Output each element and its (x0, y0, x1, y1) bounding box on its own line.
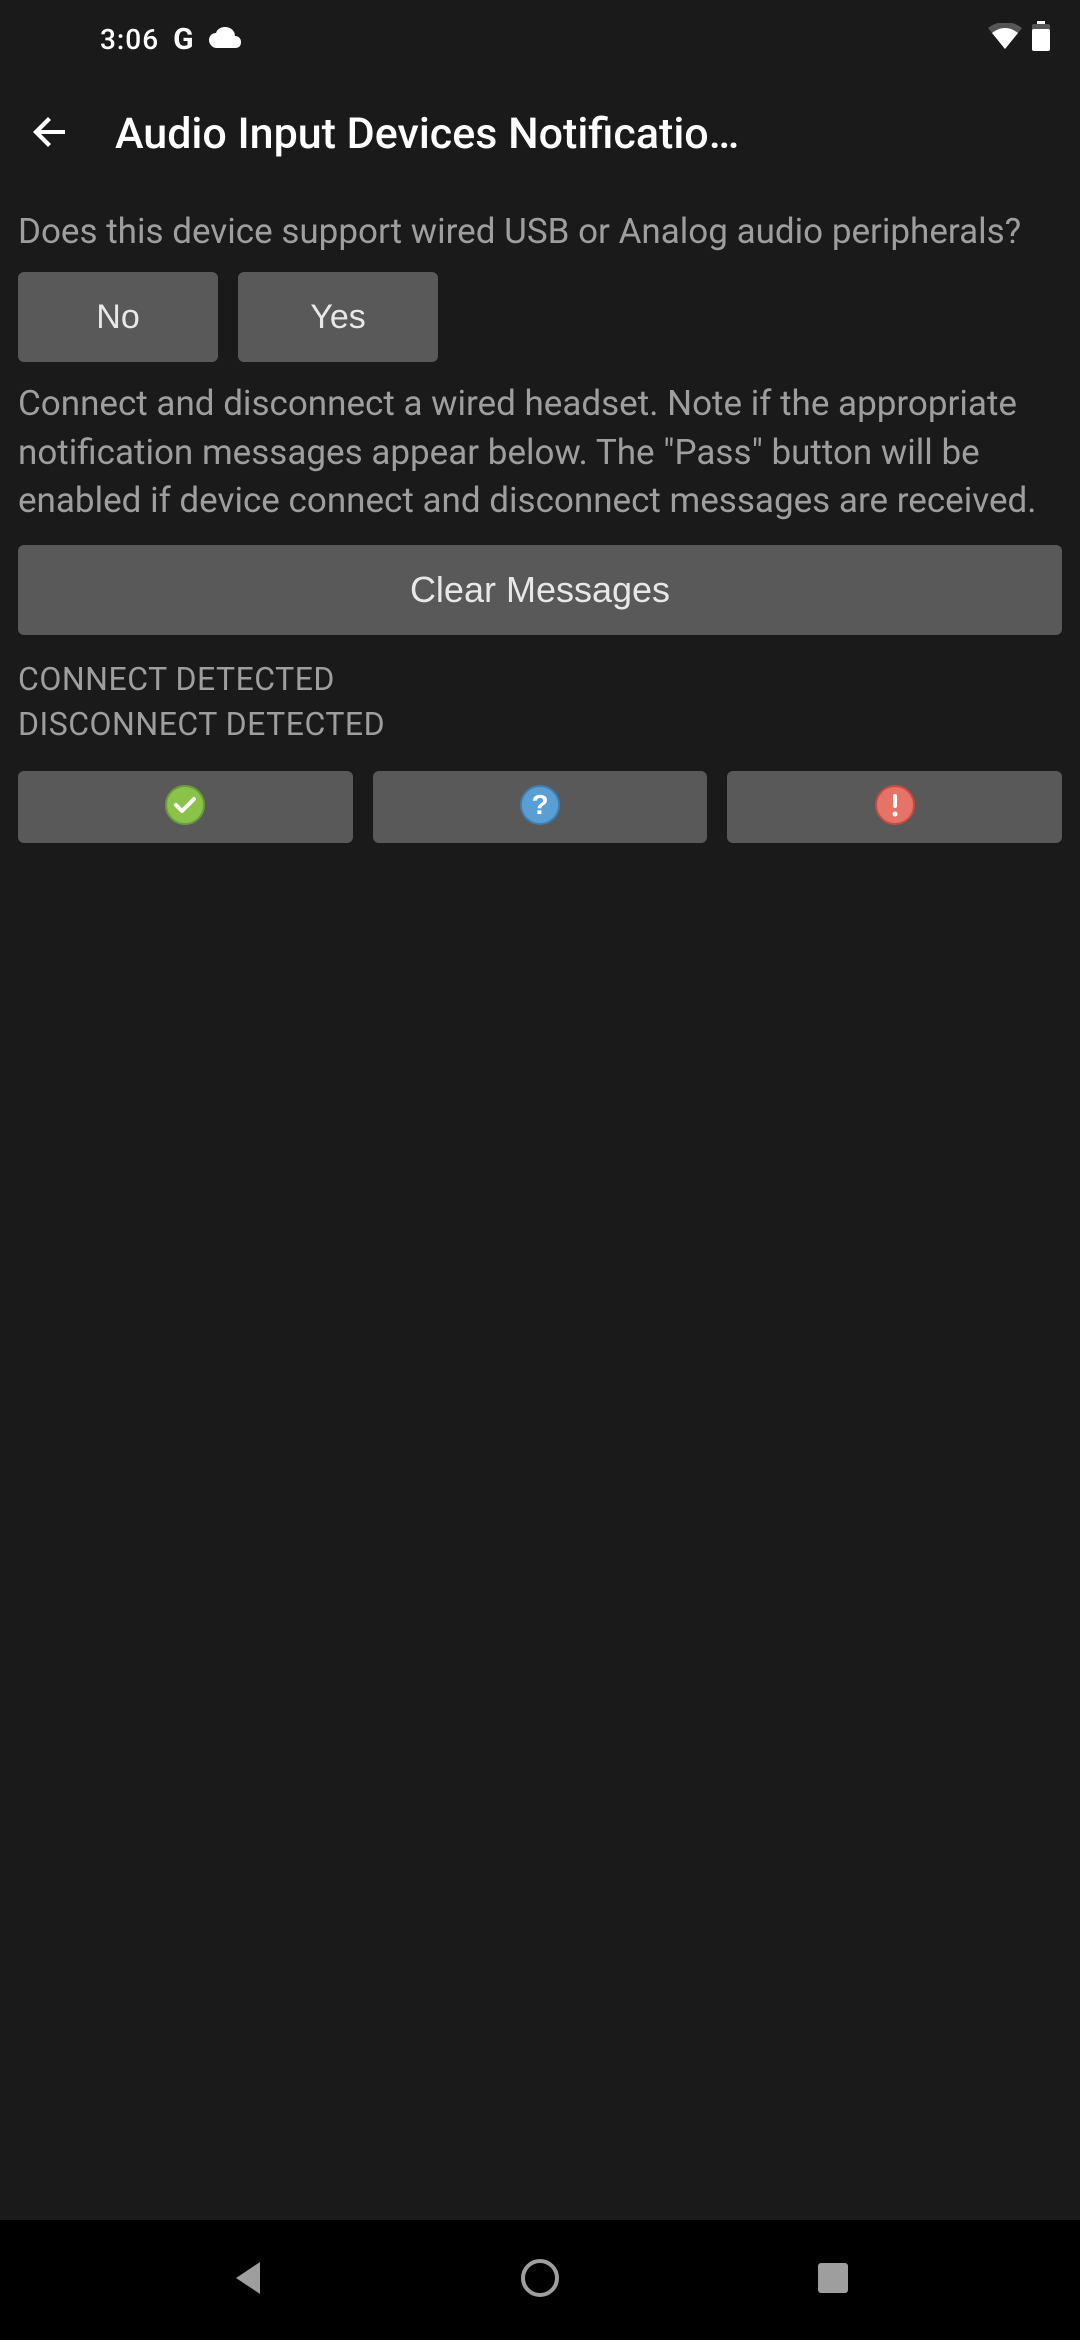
log-area: CONNECT DETECTED DISCONNECT DETECTED (18, 657, 1062, 747)
nav-recent-button[interactable] (803, 2250, 863, 2310)
log-line-disconnect: DISCONNECT DETECTED (18, 702, 1062, 747)
pass-button[interactable] (18, 771, 353, 843)
log-line-connect: CONNECT DETECTED (18, 657, 1062, 702)
fail-button[interactable] (727, 771, 1062, 843)
clear-messages-label: Clear Messages (410, 569, 670, 610)
status-right (988, 21, 1050, 58)
yes-no-row: No Yes (18, 272, 1062, 362)
google-icon: G (173, 22, 193, 57)
nav-home-button[interactable] (510, 2250, 570, 2310)
status-left: 3:06 G (100, 22, 242, 57)
nav-back-button[interactable] (217, 2250, 277, 2310)
result-buttons-row: ? (18, 771, 1062, 843)
wifi-icon (988, 23, 1022, 56)
check-circle-icon (165, 785, 205, 828)
instruction-text: Connect and disconnect a wired headset. … (18, 380, 1062, 525)
info-button[interactable]: ? (373, 771, 708, 843)
app-bar: Audio Input Devices Notificatio… (0, 78, 1080, 190)
arrow-left-icon (29, 111, 71, 157)
circle-icon (519, 2257, 561, 2303)
system-nav-bar (0, 2220, 1080, 2340)
square-icon (816, 2261, 850, 2299)
clear-messages-button[interactable]: Clear Messages (18, 545, 1062, 635)
no-button-label: No (96, 298, 139, 337)
status-time: 3:06 (100, 23, 159, 56)
yes-button-label: Yes (310, 298, 365, 337)
svg-text:?: ? (531, 789, 548, 820)
no-button[interactable]: No (18, 272, 218, 362)
back-button[interactable] (15, 99, 85, 169)
question-text: Does this device support wired USB or An… (18, 208, 1062, 256)
battery-icon (1032, 21, 1050, 58)
triangle-left-icon (230, 2258, 264, 2302)
question-circle-icon: ? (520, 785, 560, 828)
main-content: Does this device support wired USB or An… (0, 190, 1080, 861)
status-bar: 3:06 G (0, 0, 1080, 78)
page-title: Audio Input Devices Notificatio… (115, 109, 1065, 159)
yes-button[interactable]: Yes (238, 272, 438, 362)
cloud-icon (208, 23, 242, 56)
alert-circle-icon (875, 785, 915, 828)
